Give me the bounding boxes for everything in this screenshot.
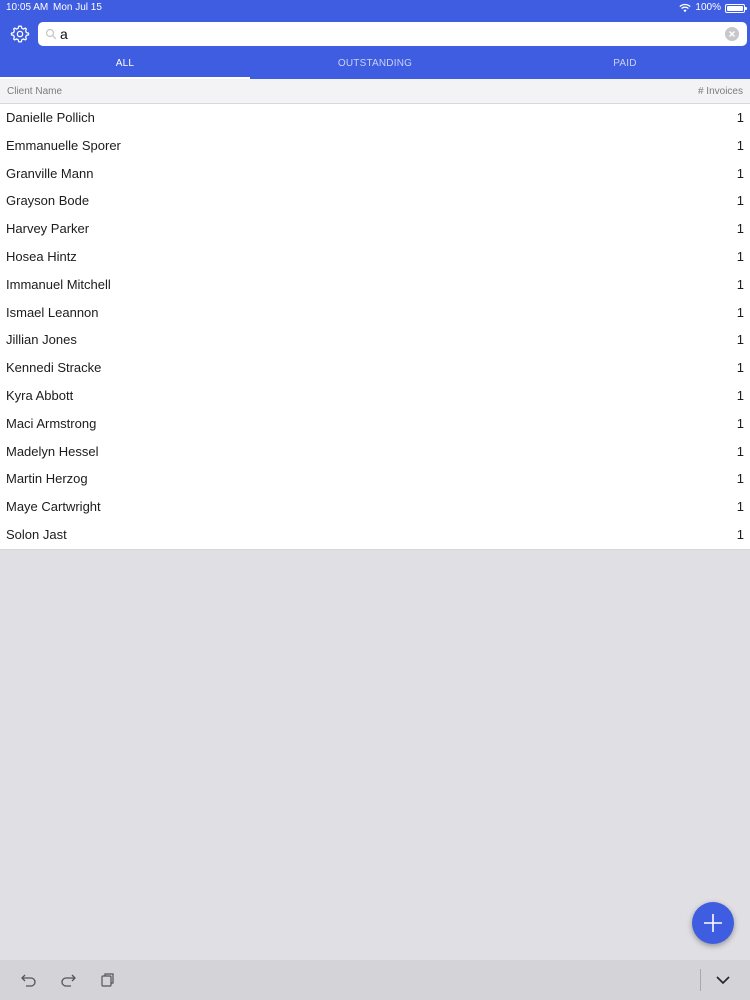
table-row[interactable]: Madelyn Hessel 1 bbox=[0, 438, 750, 466]
client-name: Maye Cartwright bbox=[6, 499, 101, 515]
settings-button[interactable] bbox=[9, 23, 31, 45]
invoice-count: 1 bbox=[736, 387, 744, 403]
table-row[interactable]: Kyra Abbott 1 bbox=[0, 382, 750, 410]
invoice-count: 1 bbox=[736, 471, 744, 487]
header-bar: 10:05 AM Mon Jul 15 100% a ALL OUTSTANDI… bbox=[0, 0, 750, 79]
column-header-client-name[interactable]: Client Name bbox=[7, 79, 62, 104]
filter-tabs: ALL OUTSTANDING PAID bbox=[0, 53, 750, 79]
search-icon bbox=[45, 28, 57, 40]
table-row[interactable]: Immanuel Mitchell 1 bbox=[0, 271, 750, 299]
client-name: Grayson Bode bbox=[6, 193, 90, 209]
battery-icon bbox=[725, 3, 747, 13]
app-window: 10:05 AM Mon Jul 15 100% a ALL OUTSTANDI… bbox=[0, 0, 750, 1000]
invoice-count: 1 bbox=[736, 360, 744, 376]
client-name: Hosea Hintz bbox=[6, 248, 77, 264]
invoice-count: 1 bbox=[736, 137, 744, 153]
add-client-button[interactable] bbox=[692, 902, 734, 944]
invoice-count: 1 bbox=[736, 110, 744, 125]
table-row[interactable]: Jillian Jones 1 bbox=[0, 326, 750, 354]
client-name: Solon Jast bbox=[6, 526, 67, 542]
invoice-count: 1 bbox=[736, 221, 744, 237]
table-row[interactable]: Ismael Leannon 1 bbox=[0, 299, 750, 327]
status-time: 10:05 AM bbox=[6, 2, 49, 13]
client-name: Martin Herzog bbox=[6, 471, 88, 487]
undo-button[interactable] bbox=[20, 971, 38, 989]
tab-all[interactable]: ALL bbox=[0, 53, 250, 79]
redo-button[interactable] bbox=[59, 971, 77, 989]
wifi-icon bbox=[679, 3, 692, 13]
client-name: Granville Mann bbox=[6, 165, 94, 181]
client-name: Harvey Parker bbox=[6, 221, 90, 237]
table-row[interactable]: Kennedi Stracke 1 bbox=[0, 354, 750, 382]
paste-icon bbox=[101, 973, 114, 987]
table-row[interactable]: Maci Armstrong 1 bbox=[0, 410, 750, 438]
invoice-count: 1 bbox=[736, 276, 744, 292]
search-bar bbox=[38, 22, 747, 46]
invoice-count: 1 bbox=[736, 193, 744, 209]
client-name: Ismael Leannon bbox=[6, 304, 99, 320]
client-name: Madelyn Hessel bbox=[6, 443, 99, 459]
chevron-down-icon bbox=[716, 976, 730, 985]
invoice-count: 1 bbox=[736, 415, 744, 431]
client-name: Kyra Abbott bbox=[6, 387, 74, 403]
client-name: Jillian Jones bbox=[6, 332, 77, 348]
client-name: Immanuel Mitchell bbox=[6, 276, 111, 292]
status-bar: 10:05 AM Mon Jul 15 100% bbox=[0, 0, 750, 16]
status-right: 100% bbox=[679, 0, 747, 16]
invoice-count: 1 bbox=[736, 304, 744, 320]
gear-icon bbox=[10, 25, 30, 43]
tab-outstanding[interactable]: OUTSTANDING bbox=[250, 53, 500, 79]
redo-icon bbox=[61, 974, 76, 987]
undo-icon bbox=[21, 974, 36, 987]
table-row[interactable]: Martin Herzog 1 bbox=[0, 465, 750, 493]
clear-icon bbox=[729, 31, 735, 37]
invoice-count: 1 bbox=[736, 248, 744, 264]
search-input[interactable] bbox=[60, 22, 720, 46]
invoice-count: 1 bbox=[736, 332, 744, 348]
table-row[interactable]: Danielle Pollich 1 bbox=[0, 104, 750, 132]
column-header-invoices[interactable]: # Invoices bbox=[698, 79, 743, 104]
toolbar-divider bbox=[700, 969, 701, 991]
invoice-count: 1 bbox=[736, 443, 744, 459]
client-name: Danielle Pollich bbox=[6, 110, 95, 125]
table-row[interactable]: Emmanuelle Sporer 1 bbox=[0, 132, 750, 160]
client-name: Maci Armstrong bbox=[6, 415, 97, 431]
table-row[interactable]: Granville Mann 1 bbox=[0, 160, 750, 188]
table-row[interactable]: Harvey Parker 1 bbox=[0, 215, 750, 243]
invoice-count: 1 bbox=[736, 499, 744, 515]
keyboard-toolbar bbox=[0, 960, 750, 1000]
table-row[interactable]: Grayson Bode 1 bbox=[0, 187, 750, 215]
invoice-count: 1 bbox=[736, 526, 744, 542]
table-row[interactable]: Hosea Hintz 1 bbox=[0, 243, 750, 271]
client-name: Kennedi Stracke bbox=[6, 360, 102, 376]
invoice-count: 1 bbox=[736, 165, 744, 181]
client-list: Danielle Pollich 1 Emmanuelle Sporer 1 G… bbox=[0, 104, 750, 550]
hide-keyboard-button[interactable] bbox=[714, 971, 732, 989]
paste-button[interactable] bbox=[98, 971, 116, 989]
status-date: Mon Jul 15 bbox=[53, 2, 102, 13]
clear-search-button[interactable] bbox=[725, 27, 739, 41]
client-name: Emmanuelle Sporer bbox=[6, 137, 121, 153]
table-header: Client Name # Invoices bbox=[0, 79, 750, 104]
table-row[interactable]: Maye Cartwright 1 bbox=[0, 493, 750, 521]
plus-icon bbox=[704, 914, 722, 932]
tab-paid[interactable]: PAID bbox=[500, 53, 750, 79]
battery-percent: 100% bbox=[695, 2, 721, 13]
table-row[interactable]: Solon Jast 1 bbox=[0, 521, 750, 549]
